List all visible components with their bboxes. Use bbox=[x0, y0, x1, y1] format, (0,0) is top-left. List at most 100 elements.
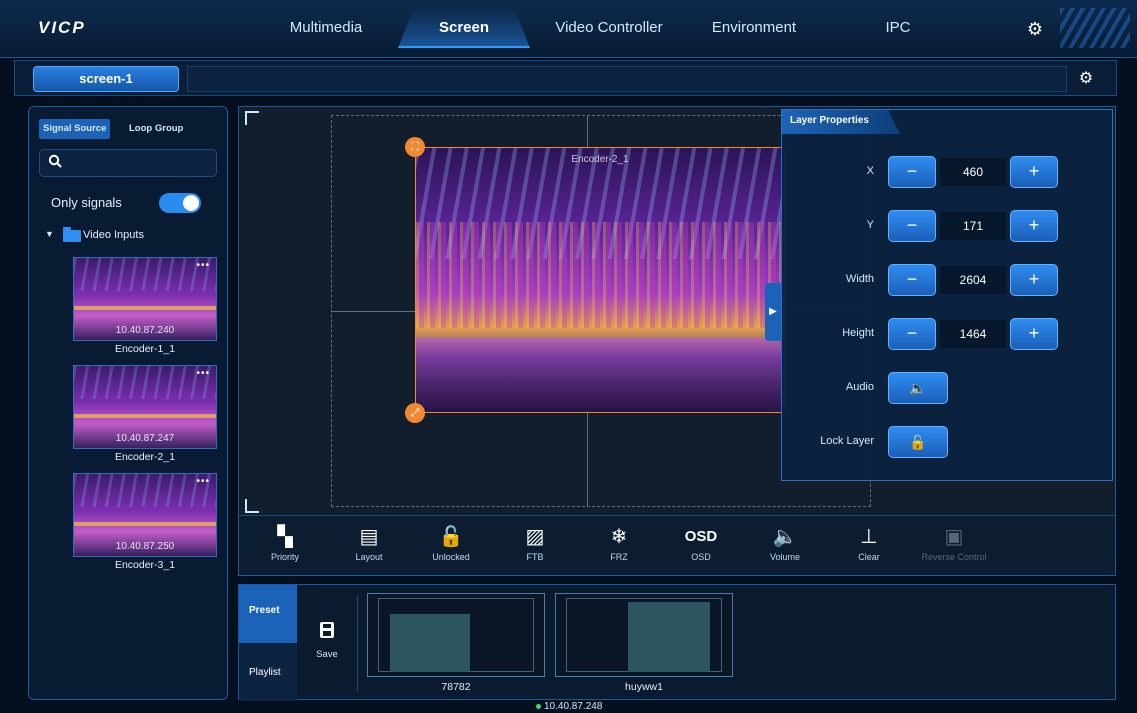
gear-icon[interactable]: ⚙ bbox=[1020, 14, 1050, 44]
encoder-name: Encoder-3_1 bbox=[114, 559, 176, 571]
save-label: Save bbox=[316, 649, 338, 660]
tree-folder-video-inputs[interactable]: ▼ Video Inputs bbox=[43, 227, 213, 245]
y-input[interactable] bbox=[940, 212, 1006, 240]
height-stepper: − + bbox=[888, 318, 1058, 350]
layout-button[interactable]: ▤ Layout bbox=[339, 524, 399, 570]
more-icon[interactable]: ••• bbox=[196, 260, 210, 271]
audio-row: Audio 🔈 bbox=[782, 372, 1114, 404]
encoder-ip: 10.40.87.247 bbox=[115, 433, 175, 444]
x-decrement-button[interactable]: − bbox=[888, 156, 936, 188]
save-preset-button[interactable]: Save bbox=[305, 621, 349, 671]
layer-label: Encoder-2_1 bbox=[571, 154, 629, 165]
speaker-mute-icon: 🔈 bbox=[909, 380, 927, 396]
x-input[interactable] bbox=[940, 158, 1006, 186]
unlocked-button[interactable]: 🔓 Unlocked bbox=[421, 524, 481, 570]
tab-playlist[interactable]: Playlist bbox=[239, 643, 297, 701]
encoder-thumbnail[interactable]: ••• 10.40.87.240 bbox=[73, 257, 217, 341]
more-icon[interactable]: ••• bbox=[196, 368, 210, 379]
volume-button[interactable]: 🔈 Volume bbox=[755, 524, 815, 570]
encoder-item[interactable]: ••• 10.40.87.247 Encoder-2_1 bbox=[73, 365, 217, 465]
tab-screen[interactable]: Screen bbox=[398, 8, 530, 48]
app-logo: VICP bbox=[38, 18, 86, 37]
reverse-control-icon: ▣ bbox=[944, 526, 964, 548]
encoder-item[interactable]: ••• 10.40.87.250 Encoder-3_1 bbox=[73, 473, 217, 573]
ftb-button[interactable]: ▨ FTB bbox=[505, 524, 565, 570]
encoder-thumbnail[interactable]: ••• 10.40.87.247 bbox=[73, 365, 217, 449]
folder-icon bbox=[63, 227, 81, 242]
width-input[interactable] bbox=[940, 266, 1006, 294]
y-decrement-button[interactable]: − bbox=[888, 210, 936, 242]
x-row: X − + bbox=[782, 156, 1114, 188]
frz-button[interactable]: ❄ FRZ bbox=[589, 524, 649, 570]
y-increment-button[interactable]: + bbox=[1010, 210, 1058, 242]
caret-down-icon[interactable]: ▼ bbox=[45, 229, 54, 239]
audio-label: Audio bbox=[845, 381, 874, 393]
lock-row: Lock Layer 🔓 bbox=[782, 426, 1114, 458]
only-signals-toggle[interactable] bbox=[159, 193, 201, 213]
collapse-panel-icon[interactable]: ▶ bbox=[765, 283, 781, 341]
tab-signal-source[interactable]: Signal Source bbox=[39, 119, 111, 139]
layer-toolbar: ▚ Priority ▤ Layout 🔓 Unlocked ▨ FTB ❄ F… bbox=[239, 515, 1115, 575]
width-increment-button[interactable]: + bbox=[1010, 264, 1058, 296]
preset-item[interactable]: huyww1 bbox=[555, 593, 733, 693]
osd-button[interactable]: OSD OSD bbox=[671, 524, 731, 570]
encoder-thumbnail[interactable]: ••• 10.40.87.250 bbox=[73, 473, 217, 557]
tool-label: Clear bbox=[858, 552, 880, 562]
preset-name: 78782 bbox=[441, 681, 471, 693]
encoder-item[interactable]: ••• 10.40.87.240 Encoder-1_1 bbox=[73, 257, 217, 357]
gear-icon[interactable]: ⚙ bbox=[1074, 67, 1098, 91]
volume-icon: 🔈 bbox=[772, 526, 798, 548]
tab-environment[interactable]: Environment bbox=[696, 8, 812, 48]
snowflake-icon: ❄ bbox=[610, 526, 628, 548]
width-decrement-button[interactable]: − bbox=[888, 264, 936, 296]
tool-label: Reverse Control bbox=[921, 552, 987, 562]
only-signals-row: Only signals bbox=[41, 191, 217, 215]
tab-preset[interactable]: Preset bbox=[239, 585, 297, 643]
clear-button[interactable]: ⊥ Clear bbox=[839, 524, 899, 570]
reverse-control-button[interactable]: ▣ Reverse Control bbox=[909, 524, 999, 570]
x-increment-button[interactable]: + bbox=[1010, 156, 1058, 188]
online-indicator-icon bbox=[536, 703, 541, 709]
audio-mute-button[interactable]: 🔈 bbox=[888, 372, 948, 404]
video-layer[interactable]: Encoder-2_1 bbox=[415, 147, 785, 413]
source-tabs: Signal Source Loop Group bbox=[39, 119, 219, 139]
encoder-name: Encoder-2_1 bbox=[114, 451, 176, 463]
height-increment-button[interactable]: + bbox=[1010, 318, 1058, 350]
height-decrement-button[interactable]: − bbox=[888, 318, 936, 350]
thumbnail-stage bbox=[74, 305, 216, 311]
preset-item[interactable]: 78782 bbox=[367, 593, 545, 693]
unlock-icon: 🔓 bbox=[438, 526, 464, 548]
tab-multimedia[interactable]: Multimedia bbox=[276, 8, 376, 48]
tab-loop-group[interactable]: Loop Group bbox=[125, 119, 187, 139]
tab-ipc[interactable]: IPC bbox=[862, 8, 934, 48]
lock-layer-button[interactable]: 🔓 bbox=[888, 426, 948, 458]
priority-button[interactable]: ▚ Priority bbox=[255, 524, 315, 570]
divider bbox=[357, 595, 358, 691]
priority-icon: ▚ bbox=[277, 526, 293, 548]
search-icon bbox=[48, 154, 62, 171]
panel-title: Layer Properties bbox=[782, 110, 900, 134]
screen-tab[interactable]: screen-1 bbox=[33, 66, 179, 92]
layout-icon: ▤ bbox=[359, 526, 379, 548]
corner-marker bbox=[245, 111, 259, 125]
ftb-icon: ▨ bbox=[525, 526, 545, 548]
y-label: Y bbox=[866, 219, 874, 231]
thumbnail-stage bbox=[74, 521, 216, 527]
layer-properties-panel: Layer Properties X − + Y − + Width bbox=[781, 109, 1113, 481]
tool-label: Unlocked bbox=[432, 552, 470, 562]
fullscreen-handle-icon[interactable]: ⛶ bbox=[405, 137, 425, 157]
preset-thumbnail bbox=[367, 593, 545, 677]
canvas-viewport[interactable]: Encoder-2_1 ⛶ ⤢ ▶ Layer Properties X − +… bbox=[239, 107, 1115, 515]
screen-canvas: Encoder-2_1 ⛶ ⤢ ▶ Layer Properties X − +… bbox=[238, 106, 1116, 576]
search-input[interactable] bbox=[68, 153, 208, 173]
video-performers bbox=[416, 221, 784, 328]
more-icon[interactable]: ••• bbox=[196, 476, 210, 487]
thumbnail-lights bbox=[74, 474, 216, 507]
resize-handle-icon[interactable]: ⤢ bbox=[405, 403, 425, 423]
width-row: Width − + bbox=[782, 264, 1114, 296]
height-input[interactable] bbox=[940, 320, 1006, 348]
encoder-ip: 10.40.87.240 bbox=[115, 325, 175, 336]
preset-panel: Preset Playlist Save 78782 huyww1 bbox=[238, 584, 1116, 701]
preset-layer bbox=[390, 614, 470, 672]
tab-video-controller[interactable]: Video Controller bbox=[540, 8, 678, 48]
